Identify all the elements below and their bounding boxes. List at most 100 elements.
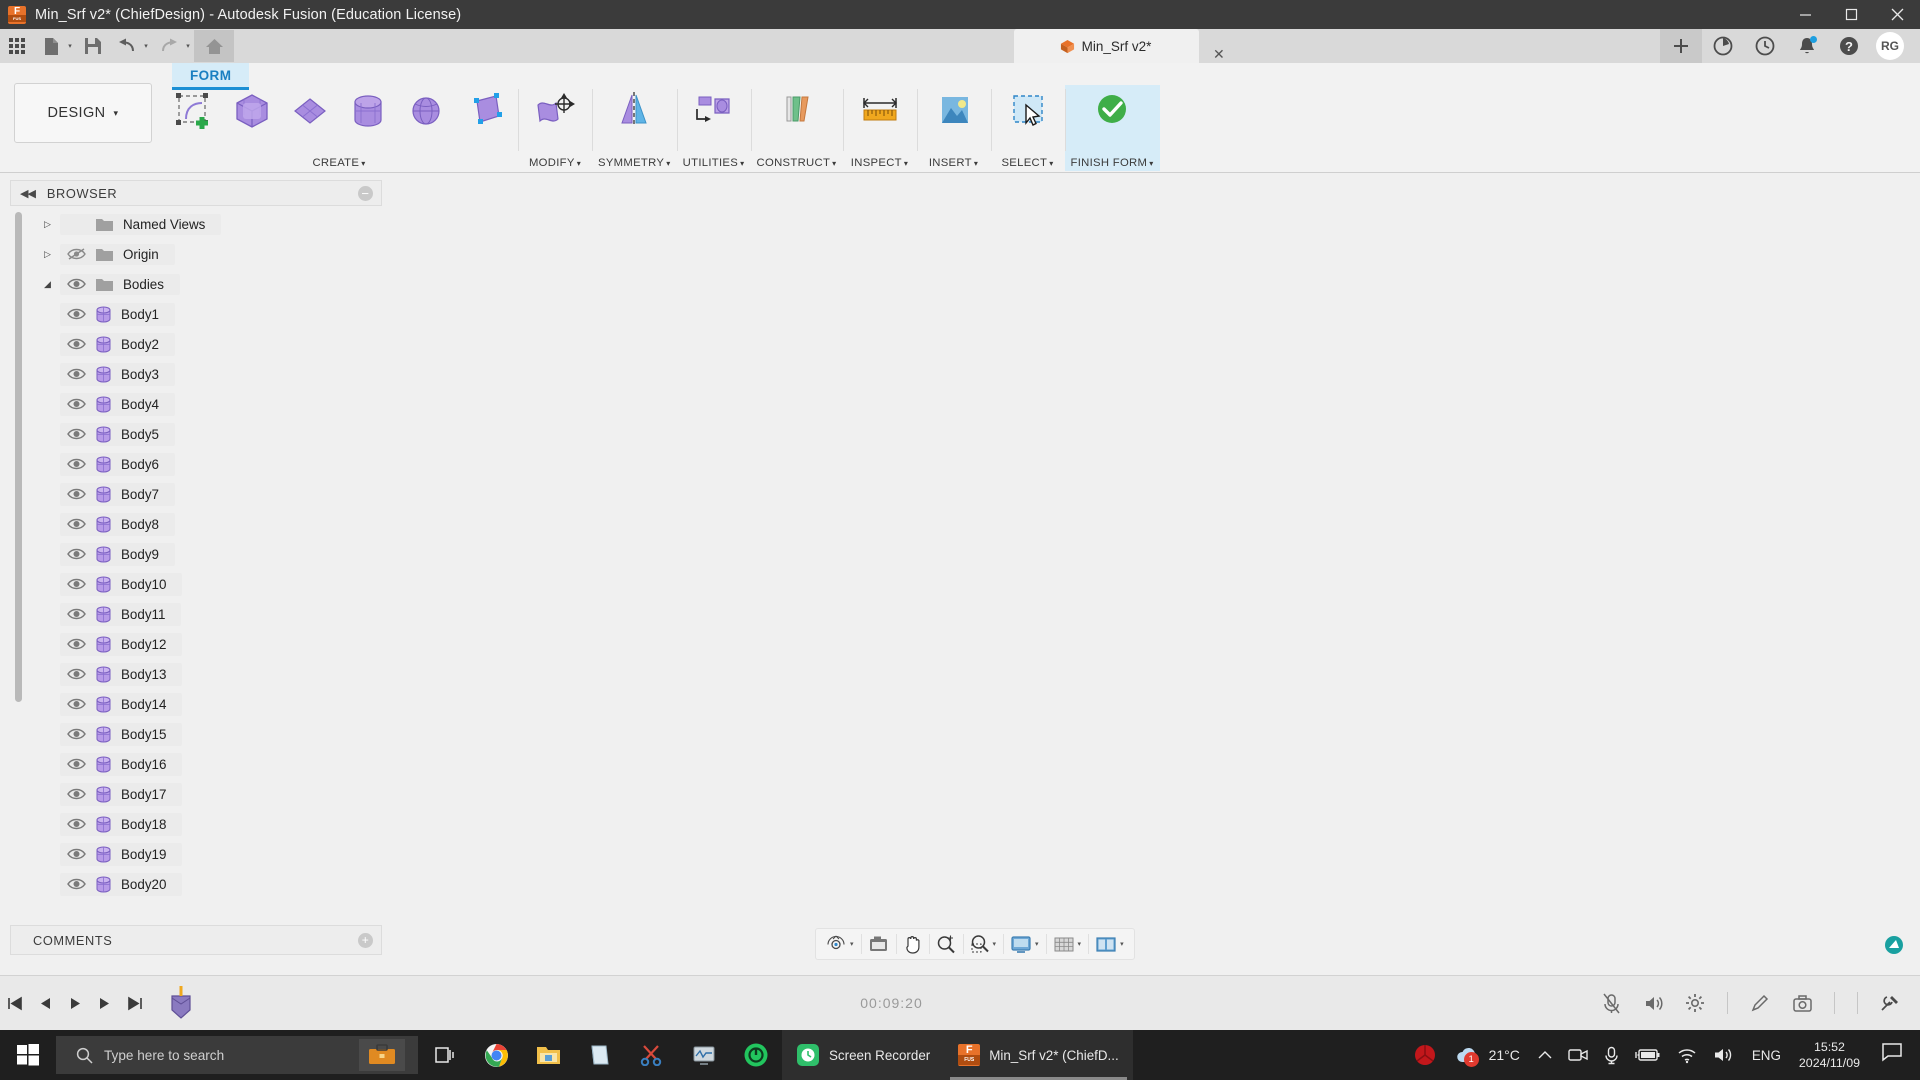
viewports-caret-icon[interactable]: ▾ <box>1120 940 1124 948</box>
windows-start-icon[interactable] <box>0 1030 56 1080</box>
browser-body-row[interactable]: Body17 <box>10 779 382 809</box>
browser-tree[interactable]: ▷Named Views▷Origin◢BodiesBody1Body2Body… <box>10 206 382 918</box>
save-icon[interactable] <box>76 31 110 61</box>
timeline-skip-start-button[interactable] <box>0 982 30 1024</box>
ribbon-group-select-label[interactable]: SELECT▾ <box>1001 157 1053 171</box>
plane-icon[interactable] <box>282 87 338 131</box>
snipping-tool-icon[interactable] <box>626 1030 678 1080</box>
volume-icon[interactable] <box>1633 983 1673 1023</box>
browser-body-row[interactable]: Body4 <box>10 389 382 419</box>
browser-body-row[interactable]: Body3 <box>10 359 382 389</box>
visibility-toggle-icon[interactable] <box>67 817 86 832</box>
camera-tray-icon[interactable] <box>1560 1030 1596 1080</box>
grid-snaps-icon[interactable]: ▾ <box>1046 929 1089 959</box>
browser-body-row[interactable]: Body7 <box>10 479 382 509</box>
insert-image-icon[interactable] <box>923 87 985 131</box>
redo-icon[interactable] <box>152 31 186 61</box>
taskbar-search-box[interactable]: Type here to search <box>56 1036 418 1074</box>
ribbon-group-symmetry-label[interactable]: SYMMETRY▾ <box>598 157 671 171</box>
zoom-icon[interactable] <box>929 929 963 959</box>
zoom-window-caret-icon[interactable]: ▾ <box>993 940 997 948</box>
recent-activity-icon[interactable] <box>1744 29 1786 63</box>
pen-icon[interactable] <box>1740 983 1780 1023</box>
battery-charging-icon[interactable] <box>1627 1030 1669 1080</box>
briefcase-icon[interactable] <box>359 1039 405 1071</box>
make-uniform-icon[interactable] <box>683 87 745 131</box>
visibility-toggle-icon[interactable] <box>67 487 86 502</box>
visibility-toggle-icon[interactable] <box>67 337 86 352</box>
user-avatar[interactable]: RG <box>1876 32 1904 60</box>
comments-panel-header[interactable]: COMMENTS + <box>10 925 382 955</box>
screen-recorder-window[interactable]: Screen Recorder <box>782 1030 944 1080</box>
browser-body-row[interactable]: Body20 <box>10 869 382 899</box>
browser-minimize-icon[interactable]: − <box>358 186 373 201</box>
mirror-internal-icon[interactable] <box>603 87 665 131</box>
visibility-toggle-icon[interactable] <box>67 577 86 592</box>
measure-icon[interactable] <box>849 87 911 131</box>
visibility-toggle-icon[interactable] <box>67 427 86 442</box>
notifications-bell-icon[interactable] <box>1786 29 1828 63</box>
tray-expand-chevron-icon[interactable] <box>1530 1030 1560 1080</box>
notepad-icon[interactable] <box>574 1030 626 1080</box>
browser-body-row[interactable]: Body6 <box>10 449 382 479</box>
visibility-toggle-icon[interactable] <box>67 247 86 262</box>
view-cube[interactable]: TOP Z Y X <box>1810 375 1910 465</box>
browser-tree-node[interactable]: ◢Bodies <box>10 269 382 299</box>
new-file-icon[interactable] <box>34 31 68 61</box>
create-form-icon[interactable] <box>166 87 222 131</box>
browser-body-row[interactable]: Body2 <box>10 329 382 359</box>
browser-body-row[interactable]: Body12 <box>10 629 382 659</box>
timeline-step-back-button[interactable] <box>30 982 60 1024</box>
mic-tray-icon[interactable] <box>1596 1030 1627 1080</box>
ribbon-group-insert-label[interactable]: INSERT▾ <box>929 157 978 171</box>
visibility-toggle-icon[interactable] <box>67 637 86 652</box>
mic-off-icon[interactable] <box>1591 983 1631 1023</box>
browser-collapse-icon[interactable]: ◀◀ <box>20 187 35 200</box>
browser-body-row[interactable]: Body19 <box>10 839 382 869</box>
red-ball-icon[interactable] <box>1406 1030 1444 1080</box>
browser-scrollbar[interactable] <box>15 212 22 702</box>
visibility-toggle-icon[interactable] <box>67 547 86 562</box>
tree-expand-icon[interactable]: ▷ <box>44 249 60 260</box>
edit-form-icon[interactable] <box>524 87 586 131</box>
timeline-step-forward-button[interactable] <box>90 982 120 1024</box>
orbit-caret-icon[interactable]: ▾ <box>850 940 854 948</box>
visibility-toggle-icon[interactable] <box>67 757 86 772</box>
ribbon-group-inspect-label[interactable]: INSPECT▾ <box>851 157 908 171</box>
tree-expand-icon[interactable]: ▷ <box>44 219 60 230</box>
browser-tree-node[interactable]: ▷Origin <box>10 239 382 269</box>
browser-body-row[interactable]: Body1 <box>10 299 382 329</box>
visibility-toggle-icon[interactable] <box>67 787 86 802</box>
browser-body-row[interactable]: Body11 <box>10 599 382 629</box>
extensions-icon[interactable] <box>1702 29 1744 63</box>
undo-icon[interactable] <box>110 31 144 61</box>
browser-body-row[interactable]: Body9 <box>10 539 382 569</box>
action-center-icon[interactable] <box>1872 1043 1916 1067</box>
new-tab-button[interactable] <box>1660 29 1702 63</box>
ribbon-group-modify-label[interactable]: MODIFY▾ <box>529 157 581 171</box>
language-indicator[interactable]: ENG <box>1742 1048 1791 1063</box>
wifi-icon[interactable] <box>1669 1030 1705 1080</box>
home-icon[interactable] <box>194 30 234 62</box>
view-cube-top-face[interactable]: TOP <box>1826 396 1878 442</box>
browser-body-row[interactable]: Body14 <box>10 689 382 719</box>
offset-plane-icon[interactable] <box>766 87 828 131</box>
grid-snaps-caret-icon[interactable]: ▾ <box>1078 940 1082 948</box>
viewports-icon[interactable]: ▾ <box>1088 929 1131 959</box>
browser-body-row[interactable]: Body8 <box>10 509 382 539</box>
sphere-icon[interactable] <box>398 87 454 131</box>
visibility-toggle-icon[interactable] <box>67 667 86 682</box>
box-icon[interactable] <box>224 87 280 131</box>
minimal-surface-body[interactable] <box>757 337 1207 792</box>
browser-body-row[interactable]: Body18 <box>10 809 382 839</box>
tree-expand-icon[interactable]: ◢ <box>44 279 60 290</box>
timeline-skip-end-button[interactable] <box>120 982 150 1024</box>
display-settings-caret-icon[interactable]: ▾ <box>1035 940 1039 948</box>
orbit-icon[interactable]: ▾ <box>819 929 861 959</box>
tools-icon[interactable] <box>1870 983 1910 1023</box>
quadball-icon[interactable] <box>456 87 512 131</box>
zoom-window-icon[interactable]: ▾ <box>963 929 1004 959</box>
system-monitor-icon[interactable] <box>678 1030 730 1080</box>
display-settings-icon[interactable]: ▾ <box>1003 929 1046 959</box>
minimize-button[interactable] <box>1782 0 1828 29</box>
